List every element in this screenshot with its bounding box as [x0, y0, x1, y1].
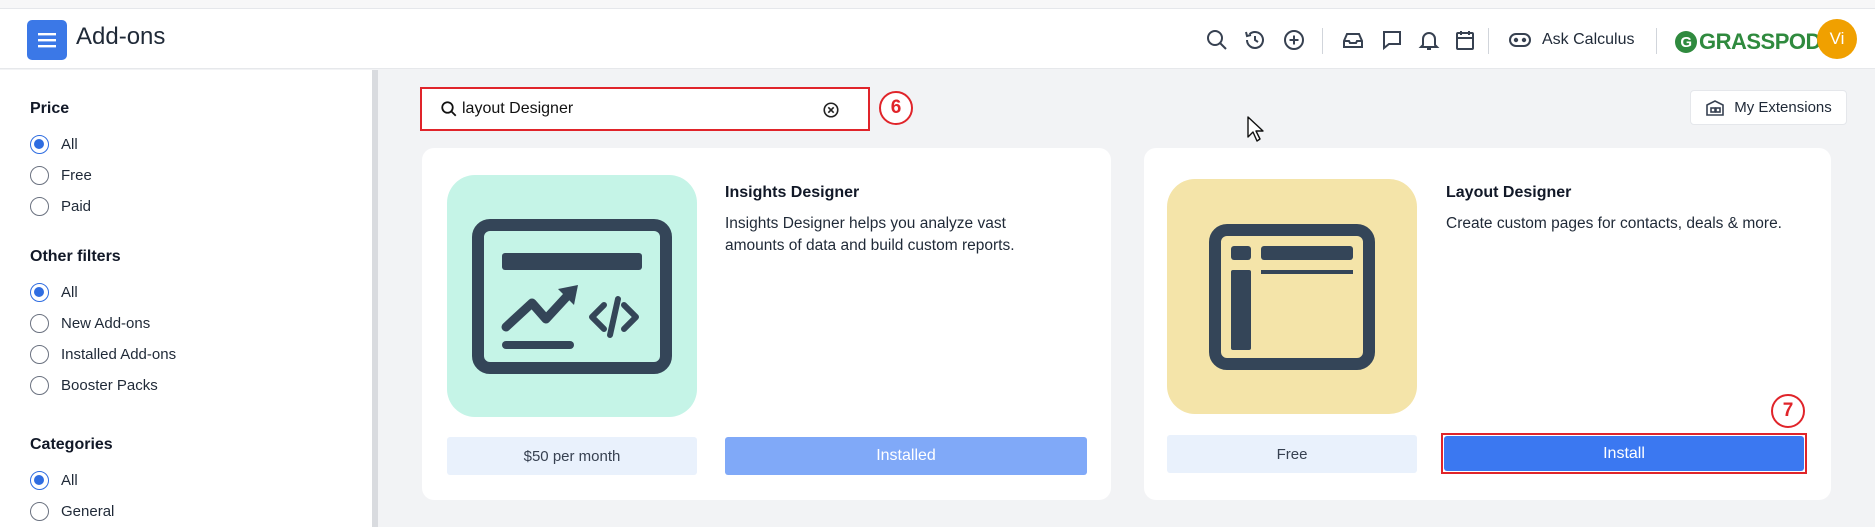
- menu-button[interactable]: [27, 20, 67, 60]
- clear-search-icon[interactable]: [822, 101, 840, 119]
- addon-title: Insights Designer: [725, 184, 860, 201]
- top-strip: [0, 0, 1875, 9]
- radio-label: Installed Add-ons: [61, 345, 177, 363]
- addon-price: $50 per month: [447, 437, 697, 475]
- radio-unchecked[interactable]: [30, 313, 49, 333]
- category-option-all[interactable]: All: [30, 470, 78, 490]
- menu-icon: [38, 33, 56, 48]
- avatar[interactable]: Vi: [1817, 19, 1857, 59]
- header-divider: [1656, 28, 1657, 54]
- addon-price: Free: [1167, 435, 1417, 473]
- report-chart-icon: [472, 218, 672, 374]
- radio-unchecked[interactable]: [30, 196, 49, 216]
- search-input[interactable]: [462, 100, 822, 118]
- filter-sidebar: Price All Free Paid Other filters All Ne…: [0, 70, 372, 527]
- price-option-free[interactable]: Free: [30, 165, 92, 185]
- history-icon[interactable]: [1242, 27, 1268, 53]
- brand-name: GRASSPODS: [1699, 29, 1836, 54]
- radio-unchecked[interactable]: [30, 375, 49, 395]
- page-title: Add-ons: [76, 23, 166, 50]
- gamepad-icon: [1509, 33, 1531, 47]
- radio-label: Booster Packs: [61, 376, 158, 394]
- radio-label: All: [61, 283, 78, 301]
- add-circle-icon[interactable]: [1281, 27, 1307, 53]
- radio-label: All: [61, 135, 78, 153]
- category-option-general[interactable]: General: [30, 501, 114, 521]
- radio-unchecked[interactable]: [30, 344, 49, 364]
- price-filter-title: Price: [30, 100, 70, 117]
- radio-label: Free: [61, 166, 92, 184]
- install-button[interactable]: Install: [1444, 436, 1804, 471]
- insights-tile: [447, 175, 697, 417]
- search-icon[interactable]: [1204, 27, 1230, 53]
- step-badge: 6: [879, 91, 913, 125]
- my-extensions-label: My Extensions: [1734, 99, 1832, 116]
- categories-title: Categories: [30, 436, 113, 453]
- sidebar-scrollbar[interactable]: [372, 70, 378, 527]
- inbox-icon[interactable]: [1340, 27, 1366, 53]
- app-header: Add-ons Ask Calculus G GRASSPODS Vi: [0, 9, 1875, 69]
- addon-card-layout: Layout Designer Create custom pages for …: [1144, 148, 1831, 500]
- step-badge: 7: [1771, 394, 1805, 428]
- radio-checked[interactable]: [30, 282, 49, 302]
- addon-title: Layout Designer: [1446, 184, 1572, 201]
- addon-card-insights: Insights Designer Insights Designer help…: [422, 148, 1111, 500]
- brand-logo-mark: G: [1675, 31, 1697, 53]
- calendar-icon[interactable]: [1452, 27, 1478, 53]
- ask-calculus-label: Ask Calculus: [1542, 31, 1635, 48]
- other-option-new[interactable]: New Add-ons: [30, 313, 150, 333]
- addon-description: Create custom pages for contacts, deals …: [1446, 215, 1782, 232]
- bell-icon[interactable]: [1416, 27, 1442, 53]
- price-option-all[interactable]: All: [30, 134, 78, 154]
- mouse-cursor-icon: [1247, 116, 1264, 142]
- header-divider: [1322, 28, 1323, 54]
- brand-logo: G GRASSPODS: [1675, 29, 1836, 55]
- radio-label: All: [61, 471, 78, 489]
- radio-unchecked[interactable]: [30, 501, 49, 521]
- price-option-paid[interactable]: Paid: [30, 196, 91, 216]
- layout-tile: [1167, 179, 1417, 414]
- radio-checked[interactable]: [30, 134, 49, 154]
- extensions-icon: [1706, 99, 1725, 116]
- search-icon: [441, 101, 457, 117]
- radio-label: New Add-ons: [61, 314, 151, 332]
- other-option-installed[interactable]: Installed Add-ons: [30, 344, 176, 364]
- radio-label: Paid: [61, 197, 92, 215]
- addon-description: Insights Designer helps you analyze vast…: [725, 215, 1015, 254]
- other-option-all[interactable]: All: [30, 282, 78, 302]
- layout-grid-icon: [1209, 223, 1375, 370]
- chat-icon[interactable]: [1379, 27, 1405, 53]
- radio-unchecked[interactable]: [30, 165, 49, 185]
- other-filters-title: Other filters: [30, 248, 121, 265]
- radio-label: General: [61, 502, 115, 520]
- installed-button[interactable]: Installed: [725, 437, 1087, 475]
- addon-search-box[interactable]: [420, 87, 870, 131]
- radio-checked[interactable]: [30, 470, 49, 490]
- header-divider: [1488, 28, 1489, 54]
- my-extensions-button[interactable]: My Extensions: [1690, 90, 1847, 125]
- ask-calculus-button[interactable]: Ask Calculus: [1508, 27, 1634, 53]
- other-option-booster[interactable]: Booster Packs: [30, 375, 158, 395]
